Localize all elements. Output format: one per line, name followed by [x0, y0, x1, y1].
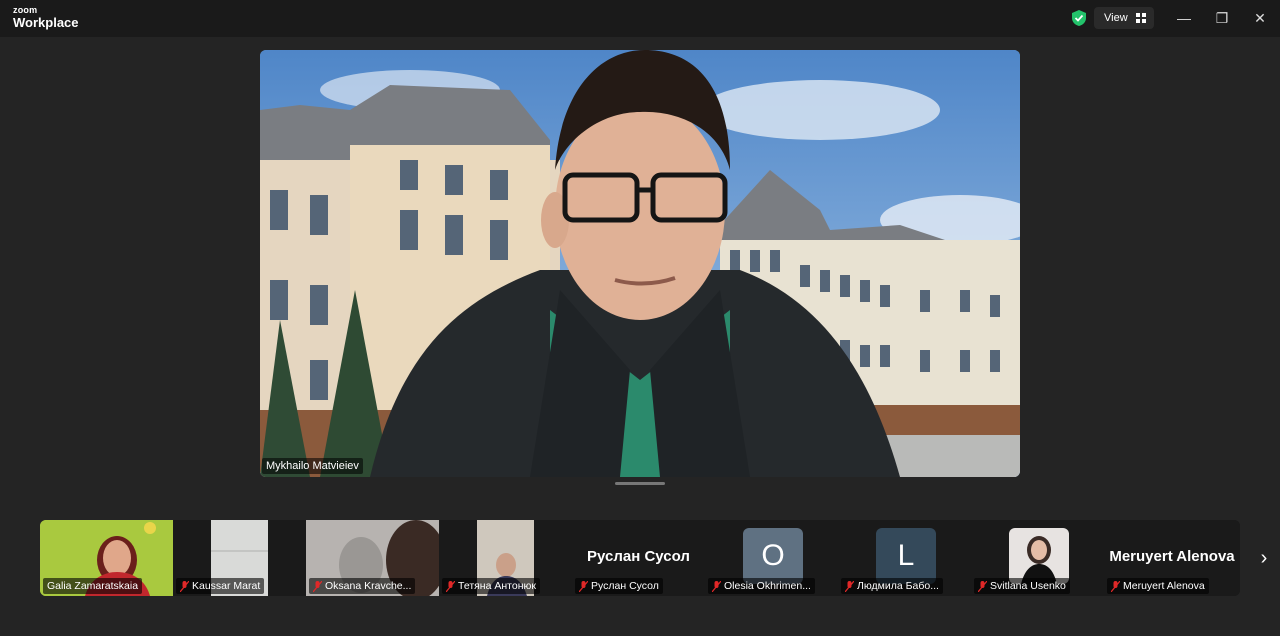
participant-avatar: O — [743, 528, 803, 584]
participant-name-label: Тетяна Антонюк — [442, 578, 540, 594]
participant-name-label: Руслан Сусол — [575, 578, 663, 594]
logo-workplace-text: Workplace — [13, 15, 79, 30]
participant-name: Людмила Бабо... — [857, 580, 939, 592]
participant-avatar: L — [876, 528, 936, 584]
restore-button[interactable]: ❐ — [1212, 8, 1232, 28]
mic-muted-icon — [712, 580, 721, 592]
speaker-video-frame — [260, 50, 1020, 477]
minimize-button[interactable]: — — [1174, 8, 1194, 28]
participant-name: Olesia Okhrimen... — [724, 580, 811, 592]
participant-name: Galia Zamaratskaia — [47, 580, 139, 592]
participant-name-label: Oksana Kravche... — [309, 578, 416, 594]
mic-muted-icon — [313, 580, 322, 592]
speaker-name-tag: Mykhailo Matvieiev — [262, 458, 363, 474]
participant-name: Svitlana Usenko — [990, 580, 1066, 592]
mic-muted-icon — [180, 580, 189, 592]
participant-name-label: Olesia Okhrimen... — [708, 578, 815, 594]
participant-display-name: Meruyert Alenova — [1109, 548, 1235, 565]
title-bar: zoom Workplace View — ❐ ✕ — [0, 0, 1280, 37]
participant-name-label: Galia Zamaratskaia — [43, 578, 143, 594]
participant-name-label: Svitlana Usenko — [974, 578, 1070, 594]
mic-muted-icon — [845, 580, 854, 592]
next-page-chevron-icon[interactable]: › — [1252, 546, 1276, 570]
participant-tile[interactable]: Oksana Kravche... — [306, 520, 439, 596]
participant-name-label: Kaussar Marat — [176, 578, 265, 594]
participant-tile[interactable]: Руслан Сусол Руслан Сусол — [572, 520, 705, 596]
mic-muted-icon — [1111, 580, 1120, 592]
participant-tile[interactable]: Тетяна Антонюк — [439, 520, 572, 596]
mic-muted-icon — [579, 580, 588, 592]
participant-name: Тетяна Антонюк — [458, 580, 536, 592]
resize-handle[interactable] — [615, 482, 665, 485]
zoom-workplace-logo: zoom Workplace — [13, 5, 79, 30]
participant-name: Meruyert Alenova — [1123, 580, 1205, 592]
meeting-area: Mykhailo Matvieiev Galia Zamaratskaia Ka… — [0, 37, 1280, 636]
security-shield-icon[interactable] — [1071, 9, 1087, 27]
mic-muted-icon — [978, 580, 987, 592]
participant-name: Руслан Сусол — [591, 580, 659, 592]
active-speaker-video[interactable]: Mykhailo Matvieiev — [260, 50, 1020, 477]
participant-tile[interactable]: L Людмила Бабо... — [838, 520, 971, 596]
participant-tile[interactable]: Galia Zamaratskaia — [40, 520, 173, 596]
view-button[interactable]: View — [1094, 7, 1154, 29]
participant-name: Kaussar Marat — [192, 580, 261, 592]
participants-strip: Galia Zamaratskaia Kaussar Marat Oksana … — [40, 520, 1240, 596]
close-button[interactable]: ✕ — [1250, 8, 1270, 28]
mic-muted-icon — [446, 580, 455, 592]
participant-name-label: Людмила Бабо... — [841, 578, 943, 594]
participant-tile[interactable]: Meruyert Alenova Meruyert Alenova — [1104, 520, 1240, 596]
logo-zoom-text: zoom — [13, 5, 38, 15]
gallery-grid-icon — [1135, 13, 1146, 23]
participant-tile[interactable]: O Olesia Okhrimen... — [705, 520, 838, 596]
view-button-label: View — [1104, 12, 1128, 24]
participant-tile[interactable]: Svitlana Usenko — [971, 520, 1104, 596]
participant-name: Oksana Kravche... — [325, 580, 412, 592]
participant-tile[interactable]: Kaussar Marat — [173, 520, 306, 596]
participant-name-label: Meruyert Alenova — [1107, 578, 1209, 594]
participant-display-name: Руслан Сусол — [587, 548, 690, 565]
